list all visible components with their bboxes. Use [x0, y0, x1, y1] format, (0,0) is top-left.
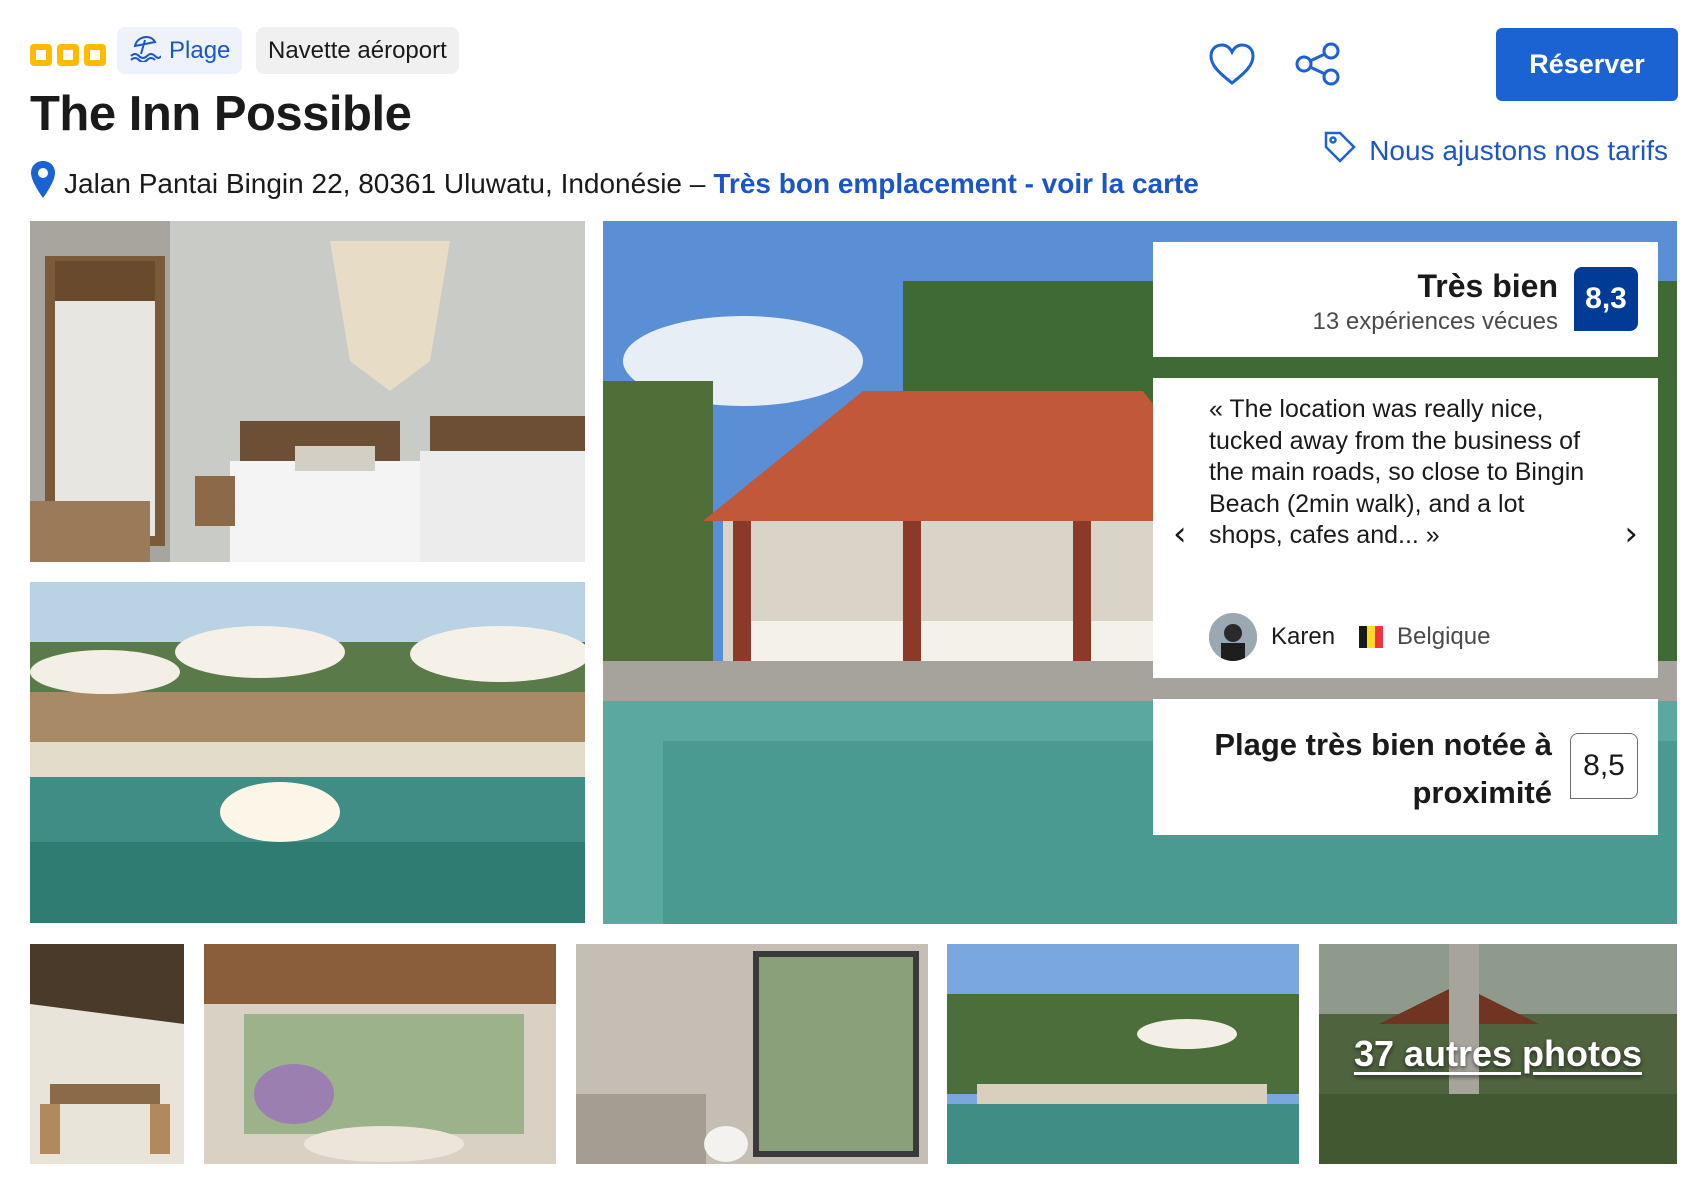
- review-prev-button[interactable]: ‹: [1173, 514, 1187, 554]
- thumbnail-dining[interactable]: [30, 944, 184, 1164]
- thumbnail-bathroom[interactable]: [576, 944, 928, 1164]
- star-icon: [30, 44, 52, 66]
- star-icon: [84, 44, 106, 66]
- score-badge: 8,3: [1574, 267, 1638, 331]
- star-rating: [30, 44, 106, 66]
- price-adjust-text: Nous ajustons nos tarifs: [1369, 134, 1668, 166]
- reviewer-name: Karen: [1271, 623, 1336, 650]
- airport-shuttle-tag-label: Navette aéroport: [268, 36, 447, 64]
- beach-icon: [129, 32, 162, 69]
- photo-bedroom[interactable]: [30, 221, 585, 562]
- thumbnail-gazebo-hammock[interactable]: [204, 944, 556, 1164]
- address-line: Jalan Pantai Bingin 22, 80361 Uluwatu, I…: [30, 160, 1199, 207]
- heart-icon: [1208, 42, 1256, 91]
- reserve-button[interactable]: Réserver: [1496, 28, 1678, 101]
- avatar: [1209, 613, 1257, 661]
- score-review-count: 13 expériences vécues: [1312, 308, 1558, 335]
- thumbnail-pool-loungers[interactable]: [947, 944, 1299, 1164]
- review-score-card[interactable]: Très bien 13 expériences vécues 8,3: [1153, 242, 1658, 357]
- beach-tag[interactable]: Plage: [117, 27, 243, 74]
- guest-review-card: ‹ « The location was really nice, tucked…: [1153, 378, 1658, 678]
- review-next-button[interactable]: ›: [1624, 514, 1638, 554]
- airport-shuttle-tag[interactable]: Navette aéroport: [256, 27, 459, 74]
- star-icon: [57, 44, 79, 66]
- more-photos-link[interactable]: 37 autres photos: [1319, 944, 1677, 1164]
- reviewer-info: Karen Belgique: [1209, 613, 1490, 661]
- review-quote: « The location was really nice, tucked a…: [1209, 395, 1585, 549]
- price-tag-icon: [1323, 130, 1357, 171]
- share-icon: [1294, 42, 1342, 91]
- beach-score-badge: 8,5: [1570, 733, 1638, 799]
- reviewer-country: Belgique: [1397, 623, 1491, 650]
- header-actions: Réserver: [1106, 26, 1706, 106]
- location-pin-icon: [30, 160, 56, 207]
- address-text: Jalan Pantai Bingin 22, 80361 Uluwatu, I…: [64, 167, 706, 199]
- price-adjust-link[interactable]: Nous ajustons nos tarifs: [1323, 130, 1668, 171]
- score-label: Très bien: [1417, 268, 1559, 304]
- chevron-left-icon: ‹: [1173, 514, 1187, 554]
- photo-pool-umbrellas[interactable]: [30, 582, 585, 923]
- chevron-right-icon: ›: [1624, 514, 1638, 554]
- flag-belgium-icon: [1359, 626, 1384, 648]
- thumbnail-garden-more[interactable]: 37 autres photos: [1319, 944, 1677, 1164]
- beach-tag-label: Plage: [169, 36, 231, 64]
- share-button[interactable]: [1290, 38, 1346, 94]
- property-title: The Inn Possible: [30, 87, 412, 141]
- beach-score-label: Plage très bien notée à proximité: [1214, 727, 1552, 810]
- beach-score-card[interactable]: Plage très bien notée à proximité 8,5: [1153, 699, 1658, 835]
- favorite-button[interactable]: [1204, 38, 1260, 94]
- view-map-link[interactable]: Très bon emplacement - voir la carte: [713, 168, 1199, 200]
